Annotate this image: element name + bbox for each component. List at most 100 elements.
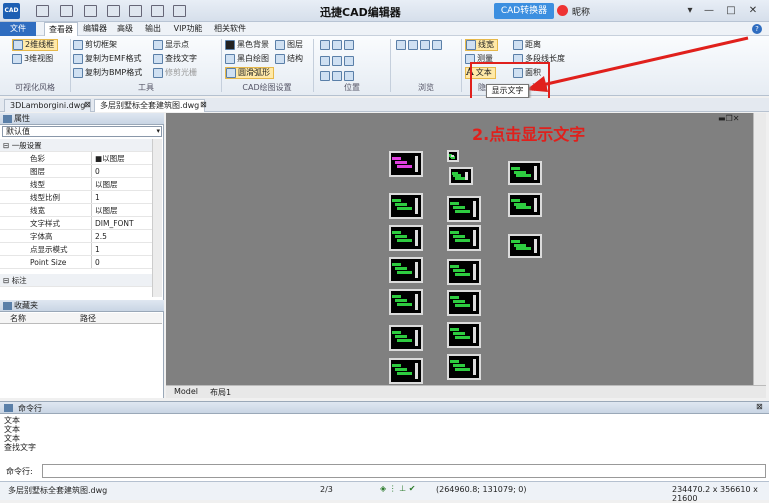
browse-arrows[interactable] (396, 39, 442, 51)
drawing-sheet[interactable] (447, 225, 481, 251)
tab-advanced[interactable]: 高级 (114, 22, 136, 36)
left-panel: 属性 默认值 ▾ ⊟ 一般设置 色彩 ■以图层 图层 0 线型 以图层 线型比例 1 线宽… (0, 113, 164, 398)
drawing-sheet[interactable] (447, 322, 481, 348)
vertical-scrollbar[interactable] (753, 113, 766, 385)
drawing-sheet[interactable] (508, 161, 542, 185)
drawing-sheet[interactable] (447, 259, 481, 285)
group-label-position: 位置 (344, 83, 360, 92)
command-input[interactable] (42, 464, 766, 478)
zoom-out-glyph (344, 56, 354, 66)
drawing-sheet[interactable] (389, 193, 423, 219)
close-tab-icon[interactable]: ⊠ (84, 100, 91, 109)
refresh-icon (420, 40, 430, 50)
property-key: 字体高 (30, 232, 53, 241)
drawing-sheet[interactable] (447, 354, 481, 380)
3d-view-label: 3维视图 (24, 54, 54, 63)
drawing-sheet[interactable] (389, 358, 423, 384)
property-key: 图层 (30, 167, 45, 176)
canvas-window-controls[interactable]: ▬❐✕ (718, 114, 739, 123)
user-nickname[interactable]: 昵称 (572, 5, 590, 18)
tab-model[interactable]: Model (174, 387, 198, 396)
clip-frame-button[interactable]: 剪切框架 (73, 39, 117, 51)
drawing-sheet[interactable] (389, 257, 423, 283)
doc-tab-villa[interactable]: 多层别墅标全套建筑图.dwg (94, 99, 206, 112)
column-path[interactable]: 路径 (80, 313, 96, 324)
settings-dropdown-icon[interactable]: ▾ (682, 3, 698, 18)
line-width-button[interactable]: 线宽 (465, 39, 498, 51)
structure-button[interactable]: 结构 (275, 53, 303, 65)
drawing-sheet[interactable] (389, 151, 423, 177)
tab-related-software[interactable]: 相关软件 (210, 22, 250, 36)
smooth-arc-button[interactable]: 圆滑弧形 (225, 67, 274, 79)
history-line: 文本 (4, 434, 20, 443)
cad-converter-button[interactable]: CAD转换器 (494, 3, 554, 19)
show-points-button[interactable]: 显示点 (153, 39, 189, 51)
property-row[interactable]: 色彩 ■以图层 (0, 152, 152, 165)
group-dimension[interactable]: ⊟ 标注 (0, 274, 152, 287)
save-icon[interactable] (84, 5, 97, 17)
search-icon (153, 54, 163, 64)
find-text-label: 查找文字 (165, 54, 197, 63)
drawing-sheet[interactable] (447, 290, 481, 316)
drawing-sheet[interactable] (508, 193, 542, 217)
drawing-sheet[interactable] (389, 289, 423, 315)
properties-scrollbar[interactable] (152, 139, 162, 297)
drawing-sheet[interactable] (389, 325, 423, 351)
copy-emf-button[interactable]: 复制为EMF格式 (73, 53, 142, 65)
tab-output[interactable]: 输出 (142, 22, 164, 36)
close-button[interactable]: ✕ (745, 3, 761, 18)
maximize-button[interactable]: □ (723, 3, 739, 18)
drawing-sheet[interactable] (389, 225, 423, 251)
copy-bmp-button[interactable]: 复制为BMP格式 (73, 67, 142, 79)
property-row[interactable]: 图层 0 (0, 165, 152, 178)
new-file-icon[interactable] (36, 5, 49, 17)
trim-raster-button[interactable]: 修剪光栅 (153, 67, 197, 79)
style-select-value: 默认值 (6, 127, 30, 136)
property-row[interactable]: 线宽 以图层 (0, 204, 152, 217)
3d-view-button[interactable]: 3维视图 (12, 53, 53, 65)
property-row[interactable]: 线型 以图层 (0, 178, 152, 191)
undo-icon[interactable] (151, 5, 164, 17)
property-row[interactable]: Point Size 0 (0, 256, 152, 269)
stop-icon (432, 40, 442, 50)
pan-icon[interactable] (320, 70, 354, 82)
tab-layout1[interactable]: 布局1 (210, 387, 231, 398)
copy-emf-icon (73, 54, 83, 64)
group-general[interactable]: ⊟ 一般设置 (0, 139, 152, 152)
redo-icon[interactable] (173, 5, 186, 17)
drawing-sheet[interactable] (447, 196, 481, 222)
property-row[interactable]: 线型比例 1 (0, 191, 152, 204)
style-select[interactable]: 默认值 ▾ (2, 126, 162, 137)
horizontal-scrollbar[interactable]: Model 布局1 (166, 385, 766, 398)
group-label-browse: 浏览 (418, 83, 434, 92)
zoom-fit-glyph (332, 56, 342, 66)
layers-button[interactable]: 图层 (275, 39, 303, 51)
drawing-sheet[interactable] (508, 234, 542, 258)
tab-viewer[interactable]: 查看器 (44, 22, 78, 36)
doc-tab-lamborgini[interactable]: 3DLamborgini.dwg (4, 99, 92, 112)
2d-wireframe-button[interactable]: 2维线框 (12, 39, 59, 51)
drawing-sheet[interactable] (447, 150, 459, 162)
print-icon[interactable] (129, 5, 142, 17)
snap-icons[interactable]: ◈ ⋮ ⊥ ✔ (380, 484, 415, 493)
property-row[interactable]: 点显示模式 1 (0, 243, 152, 256)
tab-vip[interactable]: VIP功能 (170, 22, 206, 36)
find-text-button[interactable]: 查找文字 (153, 53, 197, 65)
tab-file[interactable]: 文件 (0, 22, 36, 36)
column-name[interactable]: 名称 (10, 313, 26, 324)
arrow-left-icon (396, 40, 406, 50)
property-row[interactable]: 字体高 2.5 (0, 230, 152, 243)
black-white-button[interactable]: 黑白绘图 (225, 53, 269, 65)
black-background-button[interactable]: 黑色背景 (225, 39, 269, 51)
save-as-icon[interactable] (107, 5, 120, 17)
user-avatar-icon (557, 5, 568, 16)
minimize-button[interactable]: — (701, 3, 717, 18)
zoom-extents-icon[interactable] (320, 55, 354, 67)
drawing-sheet[interactable] (449, 167, 473, 185)
tab-editor[interactable]: 编辑器 (82, 22, 108, 36)
property-row[interactable]: 文字样式 DIM_FONT (0, 217, 152, 230)
open-folder-icon[interactable] (60, 5, 73, 17)
close-tab-icon[interactable]: ⊠ (200, 100, 207, 109)
zoom-window-icon[interactable] (320, 39, 354, 51)
close-panel-icon[interactable]: ⊠ (756, 402, 763, 411)
